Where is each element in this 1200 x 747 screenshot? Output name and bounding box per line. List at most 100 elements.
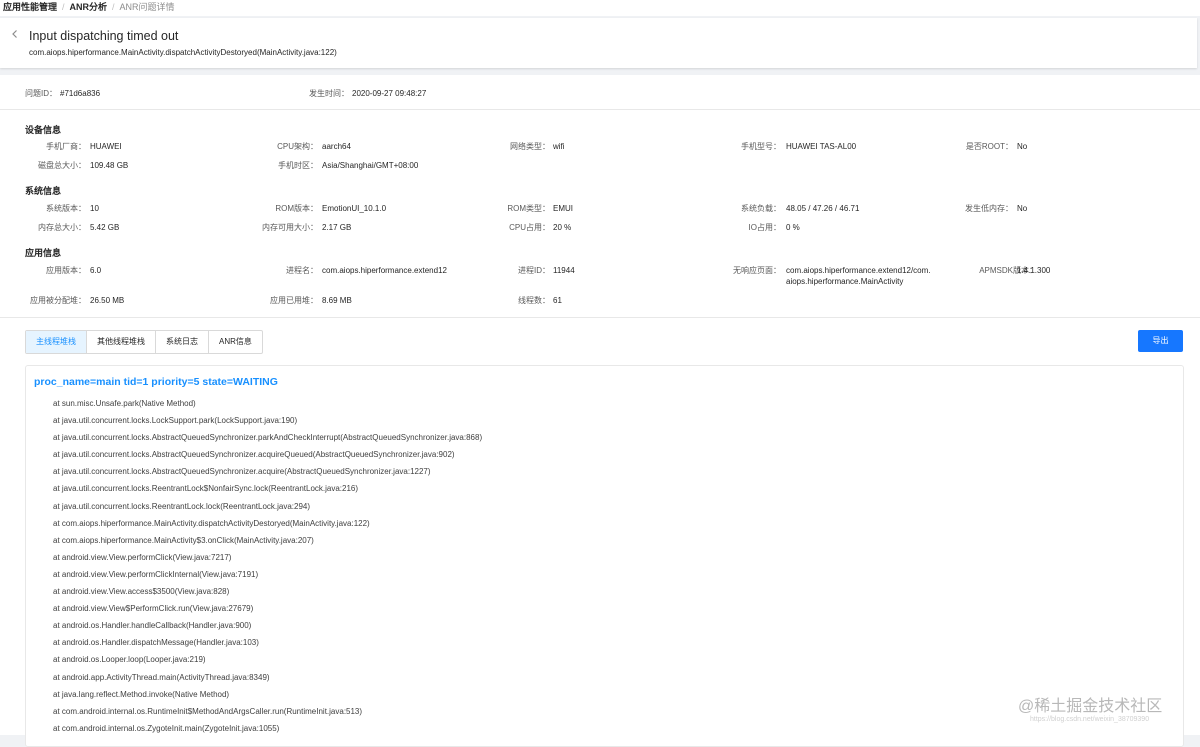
breadcrumb-item-apm[interactable]: 应用性能管理 [3,0,57,14]
model-value: HUAWEI TAS-AL00 [786,142,857,151]
stack-frame: at java.util.concurrent.locks.AbstractQu… [53,450,455,460]
heap-alloc-label: 应用被分配堆： [30,296,86,305]
stack-frame: at sun.misc.Unsafe.park(Native Method) [53,399,196,408]
tab-other-thread-stack[interactable]: 其他线程堆栈 [87,331,156,353]
chevron-left-icon[interactable] [9,28,21,40]
rom-type-label: ROM类型： [507,204,550,213]
stack-frame: at android.app.ActivityThread.main(Activ… [53,672,270,682]
disk-value: 109.48 GB [90,161,129,170]
network-value: wifi [553,142,565,151]
breadcrumb-item-anr[interactable]: ANR分析 [70,0,108,14]
mem-total-label: 内存总大小： [38,223,86,232]
cpu-usage-label: CPU占用： [509,223,550,232]
app-section-title: 应用信息 [25,248,62,258]
process-label: 进程名： [286,266,318,275]
issue-id-value: #71d6a836 [60,89,101,98]
stack-frame: at android.os.Handler.dispatchMessage(Ha… [53,638,259,648]
stack-frame: at java.util.concurrent.locks.ReentrantL… [53,484,359,494]
issue-meta-row: 问题ID： #71d6a836 发生时间： 2020-09-27 09:48:2… [0,88,1200,100]
stack-frame: at java.lang.reflect.Method.invoke(Nativ… [53,689,230,699]
stack-frame: at java.util.concurrent.locks.AbstractQu… [53,467,431,477]
breadcrumb-separator: / [112,2,115,12]
divider [0,109,1200,110]
device-section-title: 设备信息 [25,125,62,135]
timezone-value: Asia/Shanghai/GMT+08:00 [322,161,419,170]
issue-id-label: 问题ID： [25,89,57,98]
tab-anr-info[interactable]: ANR信息 [209,331,262,353]
page-header: Input dispatching timed out com.aiops.hi… [0,18,1197,68]
stack-frame: at android.view.View.access$3500(View.ja… [53,587,230,597]
issue-time-value: 2020-09-27 09:48:27 [352,89,427,98]
stack-frame: at android.os.Handler.handleCallback(Han… [53,621,252,631]
detail-panel: 问题ID： #71d6a836 发生时间： 2020-09-27 09:48:2… [0,75,1200,747]
timezone-label: 手机时区： [278,161,318,170]
lowmem-label: 发生低内存： [965,204,1013,213]
stack-frame: at java.util.concurrent.locks.ReentrantL… [53,501,311,511]
root-label: 是否ROOT： [965,142,1013,151]
io-label: IO占用： [748,223,781,232]
process-value: com.aiops.hiperformance.extend12 [322,266,447,275]
manufacturer-value: HUAWEI [90,142,122,151]
page-title: Input dispatching timed out [29,29,179,43]
issue-time-label: 发生时间： [309,89,349,98]
sdk-value: 1.4.1.300 [1017,266,1051,275]
stack-frame: at java.util.concurrent.locks.LockSuppor… [53,416,298,426]
model-label: 手机型号： [741,142,781,151]
cpu-arch-value: aarch64 [322,142,351,151]
watermark: @稀土掘金技术社区 [1018,698,1163,715]
system-row-1: 系统版本： 10 ROM版本： EmotionUI_10.1.0 ROM类型： … [0,203,1200,215]
stack-frame: at com.android.internal.os.RuntimeInit$M… [53,706,363,716]
thread-header: proc_name=main tid=1 priority=5 state=WA… [34,376,278,388]
rom-version-label: ROM版本： [275,204,318,213]
mem-avail-value: 2.17 GB [322,223,352,232]
stack-frame: at android.view.View$PerformClick.run(Vi… [53,604,254,614]
stack-frame: at com.aiops.hiperformance.MainActivity.… [53,518,370,528]
load-label: 系统负载： [741,204,781,213]
stack-tabs: 主线程堆栈 其他线程堆栈 系统日志 ANR信息 [25,330,263,354]
page-subtitle: com.aiops.hiperformance.MainActivity.dis… [29,48,337,57]
system-section-title: 系统信息 [25,186,62,196]
threads-value: 61 [553,296,562,305]
root-value: No [1017,142,1028,151]
stack-frame: at com.android.internal.os.ZygoteInit.ma… [53,723,280,733]
breadcrumb-separator: / [62,2,65,12]
rom-type-value: EMUI [553,204,573,213]
stack-frame: at android.os.Looper.loop(Looper.java:21… [53,655,206,665]
stack-frame: at android.view.View.performClickInterna… [53,569,259,579]
mem-total-value: 5.42 GB [90,223,120,232]
threads-label: 线程数： [518,296,550,305]
sys-version-value: 10 [90,204,99,213]
app-row-2: 应用被分配堆： 26.50 MB 应用已用堆： 8.69 MB 线程数： 61 [0,295,1200,307]
device-row-1: 手机厂商： HUAWEI CPU架构： aarch64 网络类型： wifi 手… [0,141,1200,153]
export-button[interactable]: 导出 [1138,330,1183,352]
app-row-1: 应用版本： 6.0 进程名： com.aiops.hiperformance.e… [0,265,1200,286]
disk-label: 磁盘总大小： [38,161,86,170]
network-label: 网络类型： [510,142,550,151]
sys-version-label: 系统版本： [46,204,86,213]
pid-label: 进程ID： [518,266,550,275]
divider [0,317,1200,318]
watermark-url: https://blog.csdn.net/weixin_38709390 [1030,716,1150,723]
device-row-2: 磁盘总大小： 109.48 GB 手机时区： Asia/Shanghai/GMT… [0,160,1200,172]
tab-system-log[interactable]: 系统日志 [156,331,209,353]
mem-avail-label: 内存可用大小： [262,223,318,232]
cpu-usage-value: 20 % [553,223,572,232]
unresponsive-label: 无响应页面： [733,266,781,275]
heap-used-value: 8.69 MB [322,296,352,305]
system-row-2: 内存总大小： 5.42 GB 内存可用大小： 2.17 GB CPU占用： 20… [0,222,1200,234]
rom-version-value: EmotionUI_10.1.0 [322,204,387,213]
heap-alloc-value: 26.50 MB [90,296,125,305]
tab-main-thread-stack[interactable]: 主线程堆栈 [26,331,87,353]
lowmem-value: No [1017,204,1028,213]
cpu-arch-label: CPU架构： [277,142,318,151]
breadcrumb: 应用性能管理 / ANR分析 / ANR问题详情 [0,0,1200,16]
stack-frame: at java.util.concurrent.locks.AbstractQu… [53,433,483,443]
stack-trace-panel: proc_name=main tid=1 priority=5 state=WA… [25,365,1184,747]
stack-frame: at com.aiops.hiperformance.MainActivity$… [53,535,314,545]
io-value: 0 % [786,223,800,232]
stack-frame: at android.view.View.performClick(View.j… [53,552,232,562]
stack-frame-list: at sun.misc.Unsafe.park(Native Method) a… [53,395,482,737]
manufacturer-label: 手机厂商： [46,142,86,151]
pid-value: 11944 [553,266,575,275]
app-version-value: 6.0 [90,266,102,275]
